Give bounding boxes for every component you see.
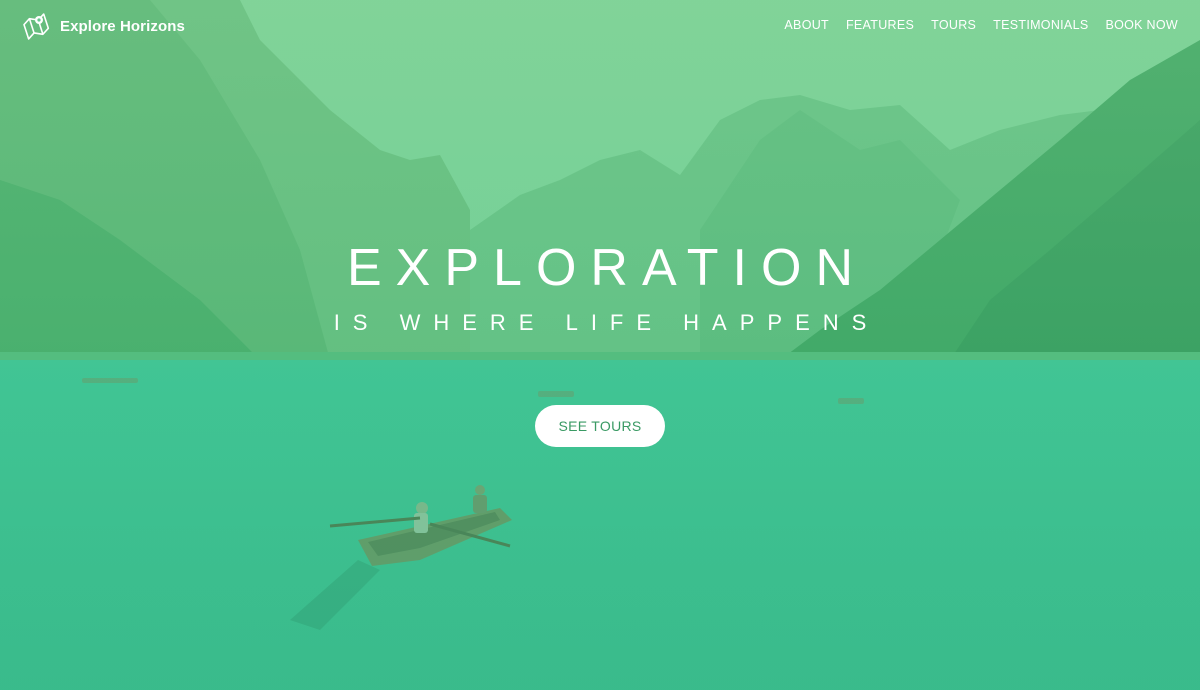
nav-link-testimonials[interactable]: TESTIMONIALS bbox=[993, 18, 1088, 32]
top-navigation: Explore Horizons ABOUT FEATURES TOURS TE… bbox=[0, 0, 1200, 52]
brand-name: Explore Horizons bbox=[60, 17, 185, 35]
nav-link-features[interactable]: FEATURES bbox=[846, 18, 914, 32]
see-tours-button[interactable]: SEE TOURS bbox=[535, 405, 665, 447]
color-overlay bbox=[0, 0, 1200, 690]
nav-link-tours[interactable]: TOURS bbox=[931, 18, 976, 32]
nav-link-about[interactable]: ABOUT bbox=[784, 18, 829, 32]
nav-link-book-now[interactable]: BOOK NOW bbox=[1105, 18, 1178, 32]
hero-subtitle: IS WHERE LIFE HAPPENS bbox=[333, 310, 880, 335]
hero-headline: EXPLORATION IS WHERE LIFE HAPPENS bbox=[0, 240, 1200, 336]
brand-logo-link[interactable]: Explore Horizons bbox=[22, 12, 185, 40]
hero-title: EXPLORATION bbox=[346, 239, 867, 297]
main-menu: ABOUT FEATURES TOURS TESTIMONIALS BOOK N… bbox=[784, 18, 1178, 32]
hero-section: Explore Horizons ABOUT FEATURES TOURS TE… bbox=[0, 0, 1200, 690]
map-icon bbox=[23, 13, 50, 40]
